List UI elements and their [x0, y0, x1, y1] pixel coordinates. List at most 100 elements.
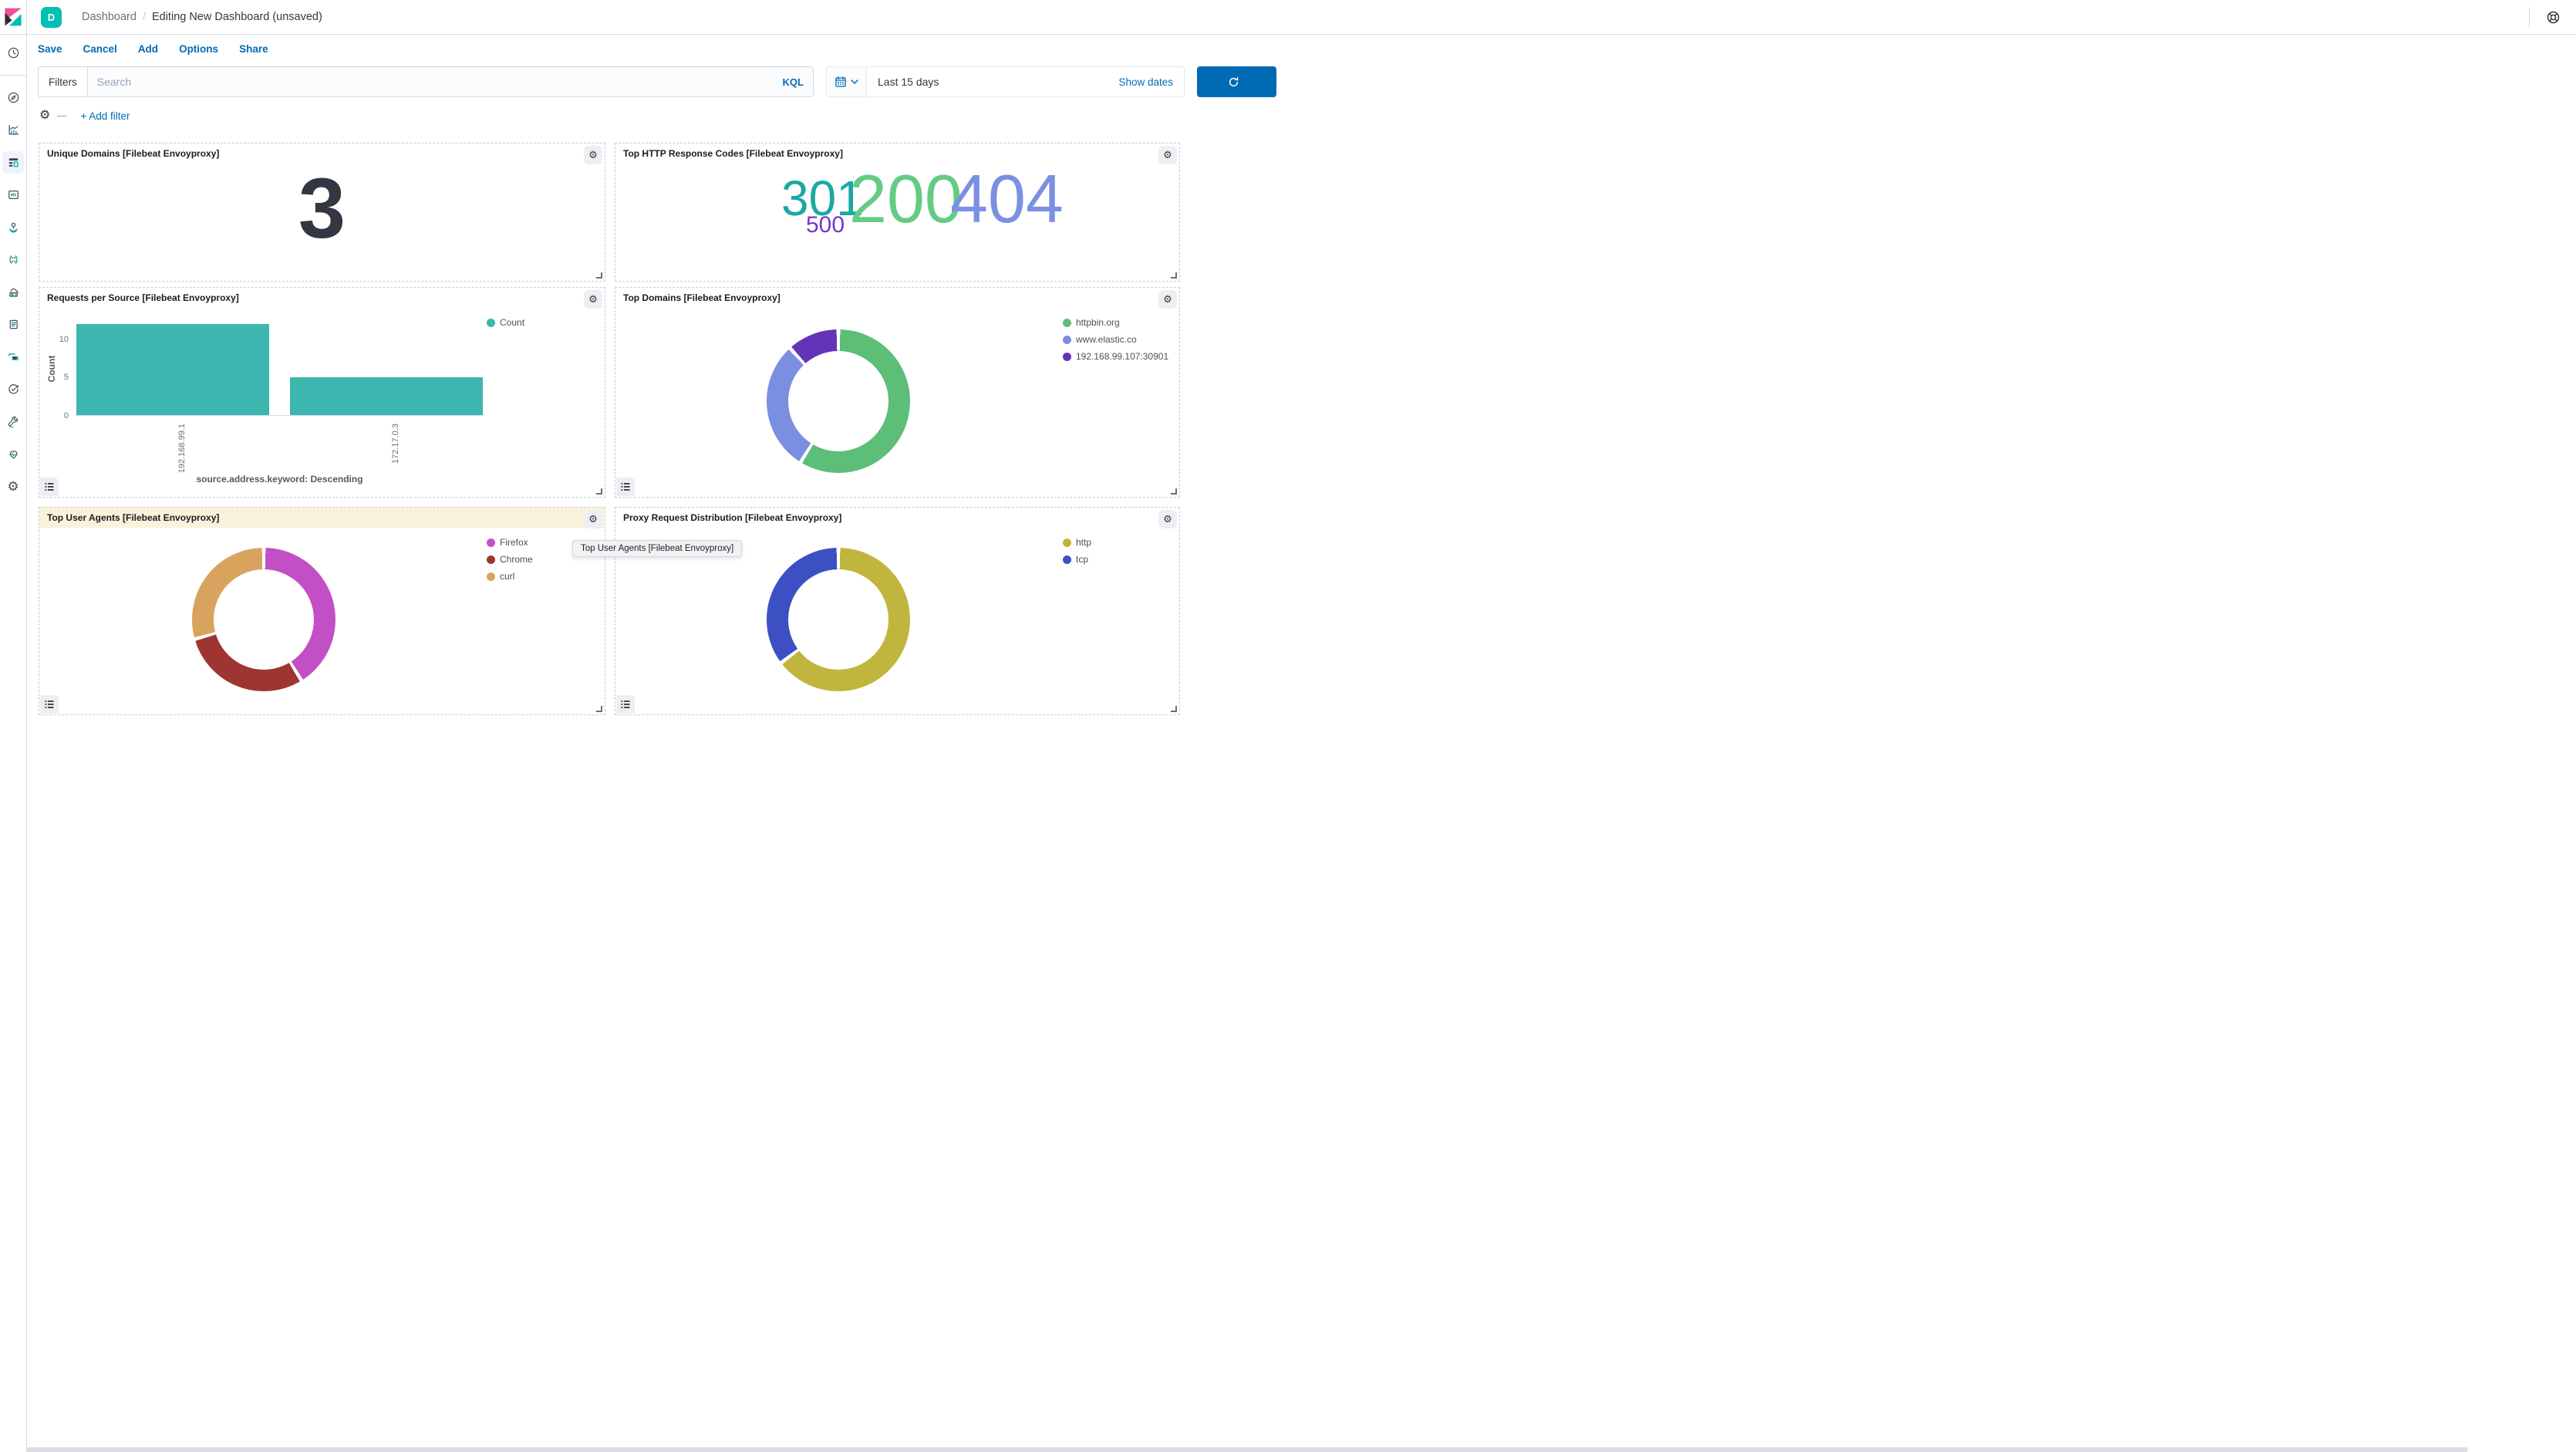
panel-resize-handle[interactable] — [1171, 272, 1177, 279]
legend-toggle-button[interactable] — [40, 695, 59, 714]
breadcrumb-dashboard[interactable]: Dashboard — [82, 11, 137, 23]
time-range-value[interactable]: Last 15 days — [867, 76, 1118, 88]
legend-label: 192.168.99.107:30901 — [1076, 351, 1168, 362]
bar-192-168-99-1[interactable] — [76, 324, 269, 415]
panel-gear-button[interactable]: ⚙ — [584, 510, 602, 528]
sidebar-item-dev-tools[interactable] — [2, 410, 25, 433]
save-button[interactable]: Save — [38, 43, 62, 55]
y-tick-10: 10 — [42, 335, 69, 344]
filter-settings-gear-icon[interactable]: ⚙ — [39, 110, 50, 122]
legend-item[interactable]: 192.168.99.107:30901 — [1063, 351, 1168, 362]
chart-legend: httpbin.org www.elastic.co 192.168.99.10… — [1063, 317, 1168, 362]
maps-pin-icon — [7, 221, 20, 234]
date-picker-group: Last 15 days Show dates — [826, 66, 1185, 97]
discover-compass-icon — [7, 91, 20, 104]
refresh-icon — [1228, 76, 1239, 88]
kibana-logo[interactable] — [0, 0, 27, 35]
x-tick-label-2: 172.17.0.3 — [391, 424, 400, 464]
sidebar-item-monitoring[interactable] — [2, 443, 25, 465]
panel-resize-handle[interactable] — [596, 706, 602, 712]
tag-404[interactable]: 404 — [950, 165, 1064, 233]
machine-learning-icon — [7, 253, 20, 266]
proxy-distribution-donut[interactable] — [767, 548, 910, 691]
search-input[interactable] — [88, 76, 774, 88]
panel-resize-handle[interactable] — [1171, 706, 1177, 712]
panel-unique-domains: Unique Domains [Filebeat Envoyproxy] ⚙ 3 — [39, 143, 605, 282]
donut-hole — [214, 569, 314, 670]
sidebar-item-visualize[interactable] — [2, 119, 25, 141]
add-filter-button[interactable]: + Add filter — [80, 110, 130, 122]
panel-response-codes: Top HTTP Response Codes [Filebeat Envoyp… — [615, 143, 1180, 282]
legend-toggle-button[interactable] — [616, 695, 635, 714]
add-button[interactable]: Add — [138, 43, 158, 55]
apm-icon — [7, 383, 20, 396]
sidebar-item-maps[interactable] — [2, 216, 25, 238]
legend-dot — [1063, 555, 1071, 564]
horizontal-scrollbar[interactable] — [0, 1447, 2468, 1452]
sidebar-item-machine-learning[interactable] — [2, 248, 25, 271]
breadcrumb: Dashboard / Editing New Dashboard (unsav… — [82, 11, 322, 23]
legend-label: Chrome — [500, 554, 533, 565]
calendar-menu-button[interactable] — [827, 67, 867, 96]
query-bar: Filters KQL Last 15 days Show dates — [27, 63, 2576, 100]
legend-item[interactable]: tcp — [1063, 554, 1091, 565]
panel-title: Proxy Request Distribution [Filebeat Env… — [615, 508, 1179, 528]
sidebar-item-dashboard[interactable] — [2, 151, 25, 174]
legend-label: http — [1076, 537, 1091, 548]
refresh-button[interactable] — [1197, 66, 1276, 97]
y-axis-title: Count — [46, 346, 57, 392]
share-button[interactable]: Share — [239, 43, 268, 55]
legend-toggle-button[interactable] — [616, 478, 635, 496]
legend-item[interactable]: curl — [487, 571, 533, 582]
list-icon — [44, 481, 55, 492]
sidebar-item-discover[interactable] — [2, 86, 25, 109]
sidebar-item-logs[interactable] — [2, 313, 25, 336]
panel-resize-handle[interactable] — [596, 272, 602, 279]
kql-toggle-button[interactable]: KQL — [774, 76, 813, 88]
sidebar-item-infrastructure[interactable] — [2, 281, 25, 303]
list-icon — [620, 481, 631, 492]
show-dates-button[interactable]: Show dates — [1118, 76, 1184, 88]
legend-dot — [487, 319, 495, 327]
tag-200[interactable]: 200 — [849, 165, 963, 233]
space-badge[interactable]: D — [41, 7, 62, 28]
legend-label: tcp — [1076, 554, 1088, 565]
top-user-agents-donut[interactable] — [192, 548, 335, 691]
legend-toggle-button[interactable] — [40, 478, 59, 496]
help-button[interactable] — [2530, 10, 2576, 25]
panel-gear-button[interactable]: ⚙ — [584, 146, 602, 164]
sidebar-item-canvas[interactable] — [2, 184, 25, 206]
legend-dot — [487, 539, 495, 547]
sidebar-item-recent[interactable] — [2, 42, 25, 64]
legend-item[interactable]: httpbin.org — [1063, 317, 1168, 328]
panel-gear-button[interactable]: ⚙ — [1158, 290, 1177, 309]
breadcrumb-separator: / — [143, 11, 146, 23]
dashboard-edit-menu: Save Cancel Add Options Share — [27, 35, 2576, 63]
panel-gear-button[interactable]: ⚙ — [584, 290, 602, 309]
tag-500[interactable]: 500 — [806, 214, 845, 237]
legend-label: Firefox — [500, 537, 528, 548]
help-life-ring-icon — [2546, 10, 2561, 25]
top-domains-donut[interactable] — [767, 329, 910, 473]
bar-172-17-0-3[interactable] — [290, 377, 483, 415]
filters-dropdown[interactable]: Filters — [39, 67, 88, 96]
sidebar-divider — [0, 75, 27, 76]
legend-item-count[interactable]: Count — [487, 317, 524, 328]
legend-item[interactable]: http — [1063, 537, 1091, 548]
legend-item[interactable]: Chrome — [487, 554, 533, 565]
panel-requests-per-source: Requests per Source [Filebeat Envoyproxy… — [39, 287, 605, 498]
cancel-button[interactable]: Cancel — [83, 43, 117, 55]
panel-gear-button[interactable]: ⚙ — [1158, 146, 1177, 164]
sidebar-item-uptime[interactable] — [2, 346, 25, 368]
panel-resize-handle[interactable] — [596, 488, 602, 495]
options-button[interactable]: Options — [179, 43, 218, 55]
sidebar-item-apm[interactable] — [2, 378, 25, 400]
legend-label: httpbin.org — [1076, 317, 1120, 328]
legend-item[interactable]: Firefox — [487, 537, 533, 548]
panel-resize-handle[interactable] — [1171, 488, 1177, 495]
top-header-bar: D Dashboard / Editing New Dashboard (uns… — [0, 0, 2576, 35]
panel-gear-button[interactable]: ⚙ — [1158, 510, 1177, 528]
chevron-down-icon — [851, 79, 858, 85]
legend-item[interactable]: www.elastic.co — [1063, 334, 1168, 345]
sidebar-item-management[interactable]: ⚙ — [2, 475, 25, 498]
